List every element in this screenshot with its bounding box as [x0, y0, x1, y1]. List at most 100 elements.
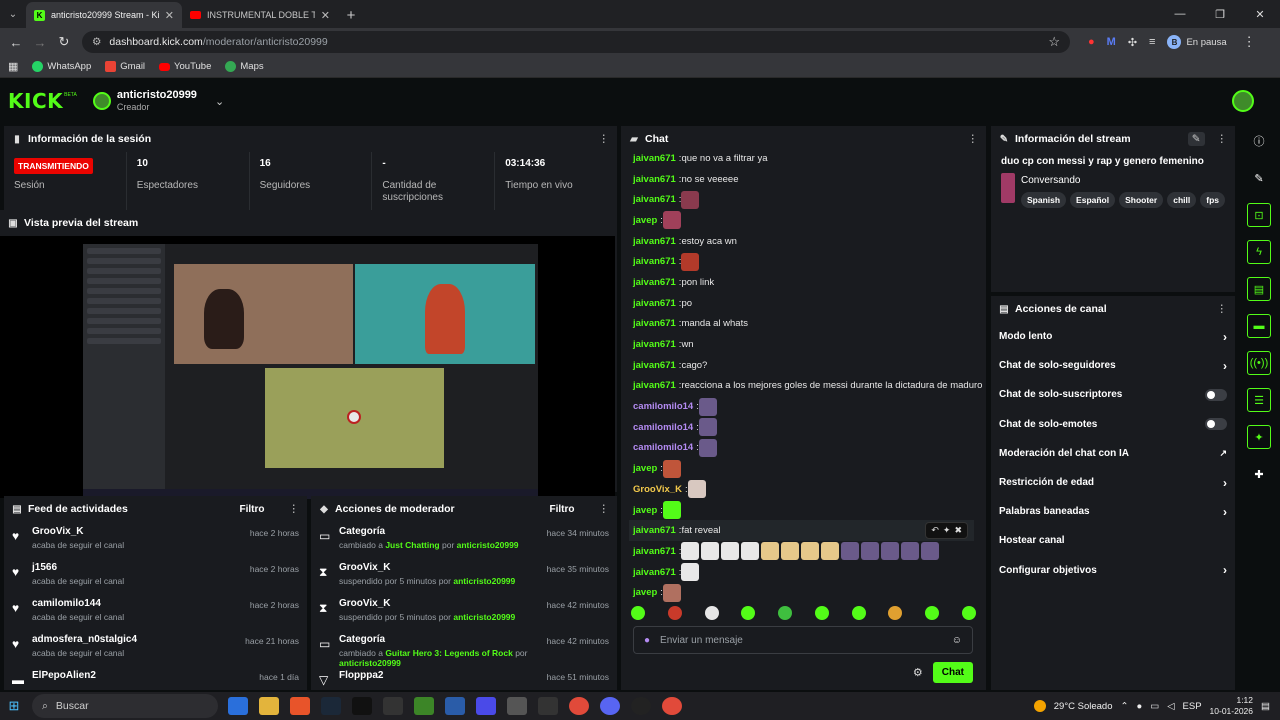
- chat-emote-icon[interactable]: [841, 542, 860, 561]
- tab-kick[interactable]: K anticristo20999 Stream - Kick D ✕: [26, 2, 182, 28]
- discord-icon[interactable]: [600, 697, 620, 715]
- chat-emote-icon[interactable]: [721, 542, 740, 561]
- chevron-down-icon[interactable]: ⌄: [215, 95, 224, 108]
- chat-message[interactable]: camilomilo14:: [629, 417, 974, 438]
- feed-user[interactable]: GrooVix_K: [32, 526, 250, 537]
- tab-youtube[interactable]: INSTRUMENTAL DOBLE TEMPO ✕: [182, 2, 338, 28]
- lightning-icon[interactable]: ϟ: [1247, 240, 1271, 264]
- steam-alt-icon[interactable]: [445, 697, 465, 715]
- subscribers-only-toggle[interactable]: [1205, 388, 1227, 401]
- chat-message[interactable]: jaivan671:: [629, 251, 974, 272]
- feed-user[interactable]: j1566: [32, 562, 250, 573]
- chat-username[interactable]: jaivan671: [633, 525, 676, 536]
- chat-username[interactable]: jaivan671: [633, 360, 676, 371]
- chat-emote-icon[interactable]: [801, 542, 820, 561]
- chat-emote-icon[interactable]: [861, 542, 880, 561]
- chat-message[interactable]: jaivan671: pon link: [629, 272, 974, 293]
- filter-button[interactable]: Filtro: [240, 504, 265, 515]
- clip-icon[interactable]: ⊡: [1247, 203, 1271, 227]
- chat-username[interactable]: jaivan671: [633, 194, 676, 205]
- mod-action-by[interactable]: anticristo20999: [457, 540, 519, 550]
- restore-icon[interactable]: ❐: [1200, 0, 1240, 28]
- chat-message[interactable]: jaivan671: fat reveal ↶ ✦ ✖: [629, 520, 974, 542]
- chat-message[interactable]: javep:: [629, 500, 974, 521]
- taskbar-search[interactable]: ⌕ Buscar: [32, 694, 218, 718]
- chat-username[interactable]: GrooVix_K: [633, 484, 682, 495]
- extension-m-icon[interactable]: M: [1107, 36, 1116, 48]
- server-icon[interactable]: ☰: [1247, 388, 1271, 412]
- mod-action-by[interactable]: anticristo20999: [339, 658, 401, 668]
- chat-emote-icon[interactable]: [687, 480, 706, 499]
- emote-icon[interactable]: [851, 606, 866, 620]
- chat-emote-icon[interactable]: [901, 542, 920, 561]
- chrome-icon[interactable]: [569, 697, 589, 715]
- chat-username[interactable]: jaivan671: [633, 567, 676, 578]
- chat-username[interactable]: jaivan671: [633, 153, 676, 164]
- chat-emote-icon[interactable]: [698, 397, 717, 416]
- browser-menu-icon[interactable]: ⋮: [1243, 34, 1256, 50]
- chat-username[interactable]: jaivan671: [633, 236, 676, 247]
- chat-emote-icon[interactable]: [681, 252, 700, 271]
- chat-emote-icon[interactable]: [821, 542, 840, 561]
- emote-icon[interactable]: [961, 606, 976, 620]
- microphone-icon[interactable]: ●: [644, 635, 650, 646]
- emote-icon[interactable]: [667, 606, 682, 620]
- mod-action-title[interactable]: GrooVix_K: [339, 598, 547, 609]
- extensions-puzzle-icon[interactable]: ✣: [1128, 36, 1137, 49]
- document-icon[interactable]: ▤: [1247, 277, 1271, 301]
- weather-label[interactable]: 29°C Soleado: [1054, 701, 1113, 712]
- microphone-tray-icon[interactable]: ●: [1136, 701, 1142, 712]
- window-close-icon[interactable]: ✕: [1240, 0, 1280, 28]
- chat-emote-icon[interactable]: [681, 190, 700, 209]
- chat-username[interactable]: camilomilo14: [633, 442, 693, 453]
- delete-icon[interactable]: ✖: [954, 525, 962, 536]
- chat-username[interactable]: jaivan671: [633, 256, 676, 267]
- tag[interactable]: Español: [1070, 192, 1116, 208]
- emote-icon[interactable]: [814, 606, 829, 620]
- send-chat-button[interactable]: Chat: [932, 661, 973, 683]
- new-tab-button[interactable]: +: [338, 2, 364, 28]
- emote-icon[interactable]: [704, 606, 719, 620]
- chat-emote-icon[interactable]: [881, 542, 900, 561]
- chat-settings-icon[interactable]: ⚙: [913, 666, 923, 679]
- bookmark-youtube[interactable]: YouTube: [159, 61, 211, 72]
- chat-emote-icon[interactable]: [698, 438, 717, 457]
- bookmark-gmail[interactable]: Gmail: [105, 61, 145, 72]
- mod-action-by[interactable]: anticristo20999: [453, 612, 515, 622]
- chat-emote-icon[interactable]: [681, 542, 700, 561]
- chat-message[interactable]: jaivan671: po: [629, 293, 974, 314]
- channel-switcher[interactable]: anticristo20999 Creador: [117, 89, 197, 113]
- filter-button[interactable]: Filtro: [550, 504, 575, 515]
- host-channel-row[interactable]: Hostear canal: [991, 526, 1235, 555]
- chat-username[interactable]: jaivan671: [633, 339, 676, 350]
- chat-message[interactable]: jaivan671: manda al whats: [629, 314, 974, 335]
- stream-preview-video[interactable]: [0, 236, 615, 499]
- tag[interactable]: chill: [1167, 192, 1197, 208]
- bookmark-whatsapp[interactable]: WhatsApp: [32, 61, 91, 72]
- extension-red-icon[interactable]: ●: [1088, 36, 1095, 48]
- chat-emote-icon[interactable]: [662, 459, 681, 478]
- chat-message[interactable]: jaivan671:: [629, 562, 974, 583]
- chat-message[interactable]: jaivan671: que no va a filtrar ya: [629, 148, 974, 169]
- mod-action-by[interactable]: anticristo20999: [453, 576, 515, 586]
- chat-emote-icon[interactable]: [662, 583, 681, 602]
- address-bar[interactable]: ⚙ dashboard.kick.com/moderator/anticrist…: [82, 31, 1070, 53]
- more-options-icon[interactable]: ⋮: [1217, 133, 1228, 145]
- chat-emote-icon[interactable]: [921, 542, 940, 561]
- ai-moderation-row[interactable]: Moderación del chat con IA ↗: [991, 439, 1235, 468]
- network-icon[interactable]: ▭: [1150, 701, 1159, 712]
- broadcast-icon[interactable]: ((•)): [1247, 351, 1271, 375]
- back-icon[interactable]: ←: [4, 35, 28, 50]
- emote-icon[interactable]: [741, 606, 756, 620]
- minimize-icon[interactable]: —: [1160, 0, 1200, 28]
- chat-username[interactable]: camilomilo14: [633, 401, 693, 412]
- goals-row[interactable]: Configurar objetivos ›: [991, 556, 1235, 585]
- close-icon[interactable]: ✕: [165, 9, 174, 22]
- emoji-picker-icon[interactable]: ☺: [952, 635, 962, 646]
- edge-icon[interactable]: [228, 697, 248, 715]
- tag[interactable]: Spanish: [1020, 192, 1067, 208]
- chat-emote-icon[interactable]: [701, 542, 720, 561]
- add-widget-icon[interactable]: ✚: [1247, 462, 1271, 486]
- chat-emote-icon[interactable]: [781, 542, 800, 561]
- chrome-active-icon[interactable]: [662, 697, 682, 715]
